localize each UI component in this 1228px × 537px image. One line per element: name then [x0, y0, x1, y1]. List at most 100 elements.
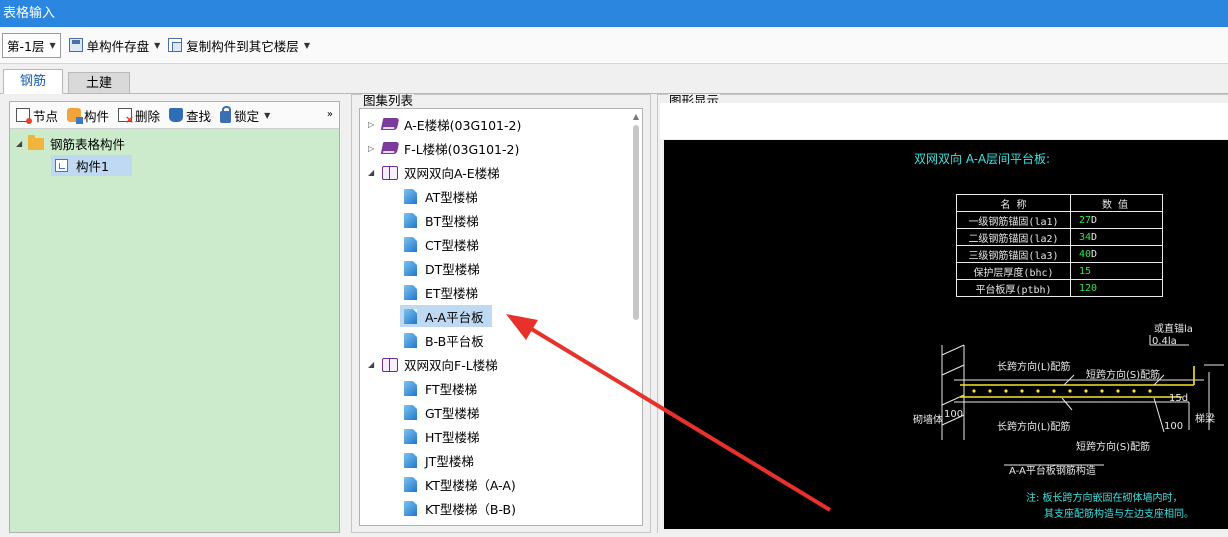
- lock-button[interactable]: 锁定 ▼: [220, 105, 270, 125]
- label-anchor-04: 0.4la: [1152, 336, 1177, 347]
- chevron-down-icon[interactable]: ▼: [304, 41, 310, 50]
- copy-to-floors-button[interactable]: 复制构件到其它楼层 ▼: [164, 33, 314, 58]
- binoculars-icon: [169, 108, 184, 122]
- list-item-label: 双网双向A-E楼梯: [404, 165, 500, 181]
- list-item[interactable]: AT型楼梯: [404, 185, 478, 207]
- lock-icon: [220, 105, 232, 123]
- delete-label: 删除: [135, 108, 161, 124]
- list-item-label: HT型楼梯: [425, 429, 480, 445]
- add-component-icon: [67, 108, 84, 124]
- list-item[interactable]: HT型楼梯: [404, 425, 480, 447]
- list-item-label: A-E楼梯(03G101-2): [404, 117, 522, 133]
- chevron-down-icon: ▼: [49, 40, 56, 50]
- list-item[interactable]: GT型楼梯: [404, 401, 479, 423]
- rebar-detail-drawing: [941, 335, 1224, 466]
- list-item[interactable]: DT型楼梯: [404, 257, 480, 279]
- add-component-button[interactable]: 构件: [67, 106, 109, 125]
- collapse-arrow-icon[interactable]: ◢: [368, 168, 380, 177]
- list-item[interactable]: ▷ A-E楼梯(03G101-2): [368, 113, 522, 135]
- add-component-label: 构件: [84, 108, 110, 124]
- tree-root-item[interactable]: ◢ 钢筋表格构件: [10, 132, 339, 155]
- list-item[interactable]: ◢ 双网双向A-E楼梯: [368, 161, 500, 183]
- list-item-label: KT型楼梯（B-B): [425, 501, 516, 517]
- floor-select[interactable]: 第-1层 ▼: [2, 32, 61, 58]
- doc-icon: [404, 212, 417, 228]
- label-short-top: 短跨方向(S)配筋: [1086, 370, 1161, 381]
- find-label: 查找: [186, 108, 212, 124]
- save-icon: [68, 38, 83, 52]
- list-item-label: KT型楼梯（A-A): [425, 477, 516, 493]
- doc-icon: [404, 332, 417, 348]
- tab-civil[interactable]: 土建: [68, 72, 130, 94]
- list-item-label: JT型楼梯: [425, 453, 474, 469]
- chevron-down-icon[interactable]: ▼: [264, 111, 270, 120]
- tree-child-item[interactable]: 构件1: [51, 155, 132, 176]
- list-item-label: GT型楼梯: [425, 405, 480, 421]
- label-beam: 梯梁: [1195, 414, 1215, 425]
- list-item-label: 双网双向F-L楼梯: [404, 357, 498, 373]
- graphic-display-group: 图形显示 双网双向 A-A层间平台板: 名 称 数 值 一级钢筋锚固(la1) …: [657, 94, 1228, 533]
- scrollbar-thumb[interactable]: [633, 125, 639, 320]
- floor-select-value: 第-1层: [7, 38, 45, 54]
- atlas-list[interactable]: ▲ ▷ A-E楼梯(03G101-2) ▷ F-L楼梯(03G101-2) ◢ 双网双向A…: [359, 108, 643, 526]
- component-tree: ◢ 钢筋表格构件 构件1: [10, 129, 339, 176]
- tree-child-label: 构件1: [76, 159, 109, 174]
- list-item[interactable]: ▷ F-L楼梯(03G101-2): [368, 137, 520, 159]
- list-item[interactable]: KT型楼梯（A-A): [404, 473, 516, 495]
- label-straight-anchor: 或直锚la: [1154, 324, 1193, 335]
- tab-rebar[interactable]: 钢筋: [3, 69, 63, 94]
- label-15d: 15d: [1169, 393, 1189, 404]
- tree-toolbar: 节点 构件 删除 查找 锁定 ▼ »: [10, 102, 339, 129]
- doc-icon: [404, 380, 417, 396]
- save-component-label: 单构件存盘: [86, 38, 150, 54]
- doc-icon: [404, 452, 417, 468]
- label-short-bottom: 短跨方向(S)配筋: [1076, 442, 1151, 453]
- component-tree-panel: 节点 构件 删除 查找 锁定 ▼ » ◢ 钢筋表格构件 构件1: [9, 101, 340, 533]
- list-item-label: FT型楼梯: [425, 381, 478, 397]
- doc-icon: [404, 404, 417, 420]
- scroll-up-icon[interactable]: ▲: [633, 112, 639, 121]
- expand-arrow-icon[interactable]: ▷: [368, 144, 380, 153]
- collapse-arrow-icon[interactable]: ◢: [368, 360, 380, 369]
- delete-button[interactable]: 删除: [118, 106, 161, 126]
- add-node-button[interactable]: 节点: [16, 106, 58, 125]
- book-open-icon: [382, 357, 398, 372]
- save-component-button[interactable]: 单构件存盘 ▼: [65, 33, 165, 58]
- expand-arrow-icon[interactable]: ◢: [16, 139, 28, 148]
- list-item[interactable]: A-A平台板: [400, 305, 492, 327]
- doc-icon: [404, 284, 417, 300]
- main-toolbar: 第-1层 ▼ 单构件存盘 ▼ 复制构件到其它楼层 ▼: [0, 27, 1228, 64]
- doc-icon: [404, 188, 417, 204]
- doc-icon: [404, 308, 417, 324]
- doc-icon: [404, 428, 417, 444]
- overflow-icon[interactable]: »: [327, 109, 333, 120]
- delete-icon: [118, 108, 134, 126]
- book-open-icon: [382, 165, 398, 180]
- find-button[interactable]: 查找: [169, 106, 211, 125]
- list-item[interactable]: ET型楼梯: [404, 281, 478, 303]
- list-item[interactable]: CT型楼梯: [404, 233, 479, 255]
- add-node-icon: [16, 108, 32, 124]
- component-icon: [55, 159, 68, 172]
- chevron-down-icon[interactable]: ▼: [154, 41, 160, 50]
- list-item-label: CT型楼梯: [425, 237, 479, 253]
- drawing-caption: A-A平台板钢筋构造: [1009, 466, 1096, 477]
- label-long-bottom: 长跨方向(L)配筋: [997, 422, 1071, 433]
- list-item[interactable]: FT型楼梯: [404, 377, 477, 399]
- list-item-label: F-L楼梯(03G101-2): [404, 141, 520, 157]
- list-item[interactable]: KT型楼梯（B-B): [404, 497, 516, 519]
- list-item[interactable]: JT型楼梯: [404, 449, 474, 471]
- book-closed-icon: [380, 142, 400, 154]
- list-item-label: AT型楼梯: [425, 189, 478, 205]
- copy-to-floors-label: 复制构件到其它楼层: [186, 38, 299, 54]
- list-item[interactable]: ◢ 双网双向F-L楼梯: [368, 353, 498, 375]
- list-item[interactable]: B-B平台板: [404, 329, 484, 351]
- copy-icon: [168, 38, 183, 52]
- atlas-list-group: 图集列表 ▲ ▷ A-E楼梯(03G101-2) ▷ F-L楼梯(03G101-2) ◢…: [351, 94, 651, 533]
- list-item[interactable]: BT型楼梯: [404, 209, 479, 231]
- atlas-list-title: 图集列表: [362, 93, 415, 108]
- label-wall: 砌墙体: [913, 415, 943, 426]
- list-item-label: B-B平台板: [425, 333, 484, 349]
- expand-arrow-icon[interactable]: ▷: [368, 120, 380, 129]
- tab-bar: 钢筋 土建: [0, 64, 1228, 94]
